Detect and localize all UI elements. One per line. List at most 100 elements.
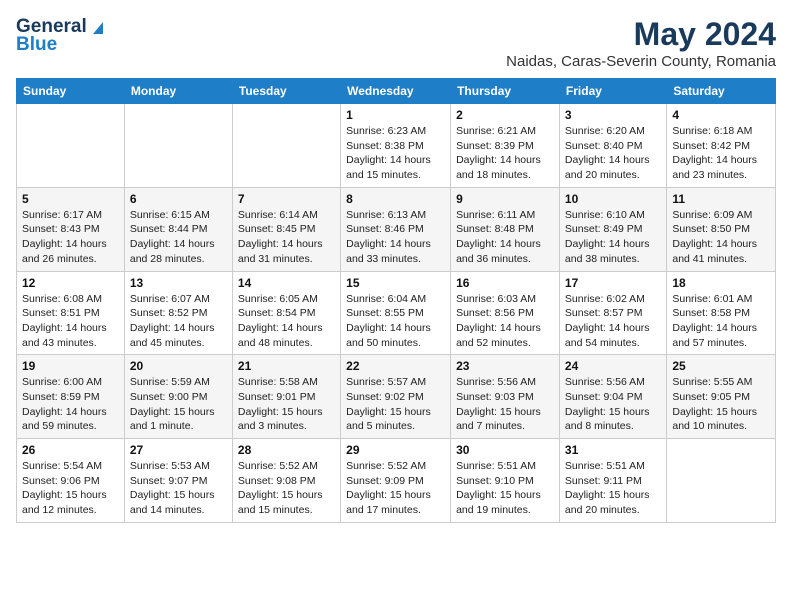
day-info: Sunrise: 5:51 AM Sunset: 9:11 PM Dayligh… — [565, 459, 661, 518]
day-number: 17 — [565, 276, 661, 290]
day-info: Sunrise: 6:13 AM Sunset: 8:46 PM Dayligh… — [346, 208, 445, 267]
calendar-cell: 29Sunrise: 5:52 AM Sunset: 9:09 PM Dayli… — [341, 439, 451, 523]
day-number: 20 — [130, 359, 227, 373]
day-number: 29 — [346, 443, 445, 457]
calendar-cell: 31 Sunrise: 5:51 AM Sunset: 9:11 PM Dayli… — [559, 439, 666, 523]
calendar-cell — [232, 104, 340, 188]
calendar-week-row: 19Sunrise: 6:00 AM Sunset: 8:59 PM Dayli… — [17, 355, 776, 439]
day-number: 3 — [565, 108, 661, 122]
day-number: 19 — [22, 359, 119, 373]
page-header: General Blue May 2024 Naidas, Caras-Seve… — [16, 16, 776, 70]
day-info: Sunrise: 6:04 AM Sunset: 8:55 PM Dayligh… — [346, 292, 445, 351]
calendar-cell: 25 Sunrise: 5:55 AM Sunset: 9:05 PM Dayli… — [667, 355, 776, 439]
calendar-cell: 20 Sunrise: 5:59 AM Sunset: 9:00 PM Dayli… — [124, 355, 232, 439]
day-number: 22 — [346, 359, 445, 373]
logo-blue-text: Blue — [16, 34, 57, 56]
day-info: Sunrise: 5:57 AM Sunset: 9:02 PM Dayligh… — [346, 375, 445, 434]
calendar-week-row: 12 Sunrise: 6:08 AM Sunset: 8:51 PM Dayli… — [17, 271, 776, 355]
day-number: 26 — [22, 443, 119, 457]
day-info: Sunrise: 6:10 AM Sunset: 8:49 PM Dayligh… — [565, 208, 661, 267]
day-number: 6 — [130, 192, 227, 206]
calendar-cell: 14 Sunrise: 6:05 AM Sunset: 8:54 PM Dayli… — [232, 271, 340, 355]
calendar-header-cell: Monday — [124, 79, 232, 104]
calendar-header-cell: Thursday — [451, 79, 560, 104]
calendar-cell: 17 Sunrise: 6:02 AM Sunset: 8:57 PM Dayli… — [559, 271, 666, 355]
day-info: Sunrise: 6:05 AM Sunset: 8:54 PM Dayligh… — [238, 292, 335, 351]
calendar-cell: 15Sunrise: 6:04 AM Sunset: 8:55 PM Dayli… — [341, 271, 451, 355]
logo: General Blue — [16, 16, 107, 56]
day-number: 14 — [238, 276, 335, 290]
day-number: 28 — [238, 443, 335, 457]
day-number: 24 — [565, 359, 661, 373]
day-info: Sunrise: 5:56 AM Sunset: 9:04 PM Dayligh… — [565, 375, 661, 434]
day-info: Sunrise: 6:03 AM Sunset: 8:56 PM Dayligh… — [456, 292, 554, 351]
calendar-cell: 23Sunrise: 5:56 AM Sunset: 9:03 PM Dayli… — [451, 355, 560, 439]
calendar-header-cell: Saturday — [667, 79, 776, 104]
day-info: Sunrise: 6:08 AM Sunset: 8:51 PM Dayligh… — [22, 292, 119, 351]
subtitle: Naidas, Caras-Severin County, Romania — [506, 53, 776, 70]
day-info: Sunrise: 6:15 AM Sunset: 8:44 PM Dayligh… — [130, 208, 227, 267]
day-number: 10 — [565, 192, 661, 206]
day-info: Sunrise: 5:52 AM Sunset: 9:08 PM Dayligh… — [238, 459, 335, 518]
calendar-cell: 1Sunrise: 6:23 AM Sunset: 8:38 PM Daylig… — [341, 104, 451, 188]
calendar-cell — [667, 439, 776, 523]
day-info: Sunrise: 5:54 AM Sunset: 9:06 PM Dayligh… — [22, 459, 119, 518]
calendar-cell: 22 Sunrise: 5:57 AM Sunset: 9:02 PM Dayli… — [341, 355, 451, 439]
calendar-cell: 6 Sunrise: 6:15 AM Sunset: 8:44 PM Daylig… — [124, 187, 232, 271]
day-number: 30 — [456, 443, 554, 457]
day-number: 27 — [130, 443, 227, 457]
calendar-cell: 10 Sunrise: 6:10 AM Sunset: 8:49 PM Dayli… — [559, 187, 666, 271]
day-info: Sunrise: 6:21 AM Sunset: 8:39 PM Dayligh… — [456, 124, 554, 183]
calendar-cell: 19Sunrise: 6:00 AM Sunset: 8:59 PM Dayli… — [17, 355, 125, 439]
calendar-header-cell: Wednesday — [341, 79, 451, 104]
day-info: Sunrise: 5:59 AM Sunset: 9:00 PM Dayligh… — [130, 375, 227, 434]
day-info: Sunrise: 6:07 AM Sunset: 8:52 PM Dayligh… — [130, 292, 227, 351]
calendar-cell: 18Sunrise: 6:01 AM Sunset: 8:58 PM Dayli… — [667, 271, 776, 355]
day-number: 16 — [456, 276, 554, 290]
day-number: 4 — [672, 108, 770, 122]
day-number: 25 — [672, 359, 770, 373]
day-number: 12 — [22, 276, 119, 290]
calendar-table: SundayMondayTuesdayWednesdayThursdayFrid… — [16, 78, 776, 523]
calendar-cell: 8 Sunrise: 6:13 AM Sunset: 8:46 PM Daylig… — [341, 187, 451, 271]
calendar-cell — [17, 104, 125, 188]
day-info: Sunrise: 6:11 AM Sunset: 8:48 PM Dayligh… — [456, 208, 554, 267]
main-title: May 2024 — [506, 16, 776, 53]
day-number: 8 — [346, 192, 445, 206]
day-info: Sunrise: 5:58 AM Sunset: 9:01 PM Dayligh… — [238, 375, 335, 434]
day-number: 1 — [346, 108, 445, 122]
calendar-cell: 26 Sunrise: 5:54 AM Sunset: 9:06 PM Dayli… — [17, 439, 125, 523]
day-number: 13 — [130, 276, 227, 290]
day-info: Sunrise: 6:09 AM Sunset: 8:50 PM Dayligh… — [672, 208, 770, 267]
calendar-header-cell: Tuesday — [232, 79, 340, 104]
calendar-cell: 7 Sunrise: 6:14 AM Sunset: 8:45 PM Daylig… — [232, 187, 340, 271]
calendar-cell: 16 Sunrise: 6:03 AM Sunset: 8:56 PM Dayli… — [451, 271, 560, 355]
calendar-cell: 5Sunrise: 6:17 AM Sunset: 8:43 PM Daylig… — [17, 187, 125, 271]
calendar-cell: 11 Sunrise: 6:09 AM Sunset: 8:50 PM Dayli… — [667, 187, 776, 271]
calendar-week-row: 5Sunrise: 6:17 AM Sunset: 8:43 PM Daylig… — [17, 187, 776, 271]
logo-arrow-icon — [89, 18, 107, 36]
calendar-cell: 2Sunrise: 6:21 AM Sunset: 8:39 PM Daylig… — [451, 104, 560, 188]
day-number: 11 — [672, 192, 770, 206]
day-number: 9 — [456, 192, 554, 206]
day-number: 7 — [238, 192, 335, 206]
calendar-cell — [124, 104, 232, 188]
calendar-cell: 27 Sunrise: 5:53 AM Sunset: 9:07 PM Dayli… — [124, 439, 232, 523]
day-info: Sunrise: 6:02 AM Sunset: 8:57 PM Dayligh… — [565, 292, 661, 351]
calendar-cell: 12 Sunrise: 6:08 AM Sunset: 8:51 PM Dayli… — [17, 271, 125, 355]
day-info: Sunrise: 5:55 AM Sunset: 9:05 PM Dayligh… — [672, 375, 770, 434]
day-info: Sunrise: 6:17 AM Sunset: 8:43 PM Dayligh… — [22, 208, 119, 267]
calendar-week-row: 1Sunrise: 6:23 AM Sunset: 8:38 PM Daylig… — [17, 104, 776, 188]
title-block: May 2024 Naidas, Caras-Severin County, R… — [506, 16, 776, 70]
day-info: Sunrise: 5:53 AM Sunset: 9:07 PM Dayligh… — [130, 459, 227, 518]
day-info: Sunrise: 5:56 AM Sunset: 9:03 PM Dayligh… — [456, 375, 554, 434]
calendar-header-cell: Friday — [559, 79, 666, 104]
calendar-week-row: 26 Sunrise: 5:54 AM Sunset: 9:06 PM Dayli… — [17, 439, 776, 523]
calendar-cell: 4 Sunrise: 6:18 AM Sunset: 8:42 PM Daylig… — [667, 104, 776, 188]
calendar-header-row: SundayMondayTuesdayWednesdayThursdayFrid… — [17, 79, 776, 104]
day-info: Sunrise: 5:51 AM Sunset: 9:10 PM Dayligh… — [456, 459, 554, 518]
day-info: Sunrise: 6:14 AM Sunset: 8:45 PM Dayligh… — [238, 208, 335, 267]
day-number: 31 — [565, 443, 661, 457]
day-number: 21 — [238, 359, 335, 373]
day-info: Sunrise: 6:18 AM Sunset: 8:42 PM Dayligh… — [672, 124, 770, 183]
